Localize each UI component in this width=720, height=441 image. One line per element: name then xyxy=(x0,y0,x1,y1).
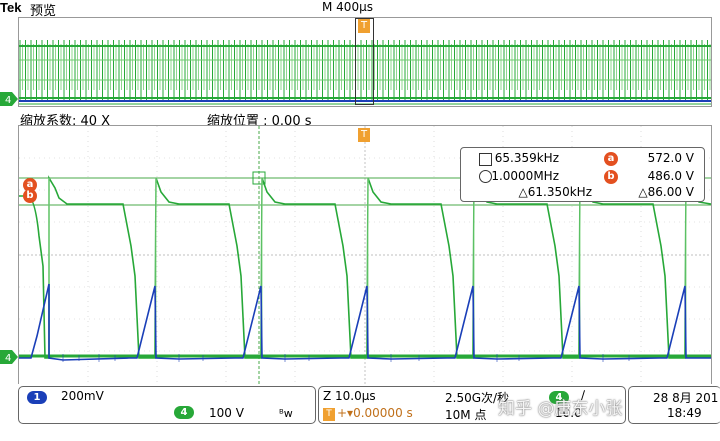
oscilloscope-screen: Tek 预览 M 400μs T 4 缩放系数: 40 X 缩放位置 : 0.0… xyxy=(0,0,720,441)
ch1-badge[interactable]: 1 xyxy=(27,391,47,404)
cursor-a-badge: a xyxy=(604,152,618,166)
ch4-badge[interactable]: 4 xyxy=(174,406,194,419)
main-timebase: M 400μs xyxy=(322,0,373,14)
trigger-position-icon: T xyxy=(323,408,335,421)
bandwidth-limit-icon: ᴮw xyxy=(279,407,293,420)
brand-logo: Tek xyxy=(0,0,22,15)
svg-text:4: 4 xyxy=(5,353,11,364)
square-icon xyxy=(479,153,492,166)
cursor-b-level-marker[interactable]: b xyxy=(23,189,37,203)
cursor-b-frequency: 1.0000MHz xyxy=(491,169,559,183)
cursor-delta-frequency: △61.350kHz xyxy=(518,185,593,199)
cursor-delta-voltage: △86.00 V xyxy=(638,185,694,199)
date-time-panel: 28 8月 201 18:49 xyxy=(628,386,720,424)
date: 28 8月 201 xyxy=(653,391,719,405)
watermark: 知乎 @唐东小张 xyxy=(498,399,623,419)
cursor-a-frequency: 65.359kHz xyxy=(494,151,559,165)
circle-icon xyxy=(479,170,492,183)
ch4-scale: 100 V xyxy=(209,406,244,420)
cursor-b-badge: b xyxy=(604,170,618,184)
ch1-scale: 200mV xyxy=(61,389,104,403)
record-length: 10M 点 xyxy=(445,408,487,422)
cursor-a-voltage: 572.0 V xyxy=(647,151,694,165)
trigger-position: +▾0.00000 s xyxy=(337,406,413,420)
ch4-position-marker[interactable]: 4 xyxy=(0,350,18,364)
cursor-b-voltage: 486.0 V xyxy=(647,169,694,183)
channel-settings-panel[interactable]: 1 200mV 4 100 V ᴮw xyxy=(18,386,316,424)
main-trigger-marker: T xyxy=(358,128,370,142)
svg-text:4: 4 xyxy=(5,95,11,106)
overview-trigger-marker: T xyxy=(358,19,370,33)
cursor-readout-panel: 65.359kHz 1.0000MHz △61.350kHz a b 572.0… xyxy=(460,147,705,202)
zoom-timebase: Z 10.0μs xyxy=(323,389,376,403)
time: 18:49 xyxy=(667,406,702,420)
ch4-position-marker-overview[interactable]: 4 xyxy=(0,92,18,106)
